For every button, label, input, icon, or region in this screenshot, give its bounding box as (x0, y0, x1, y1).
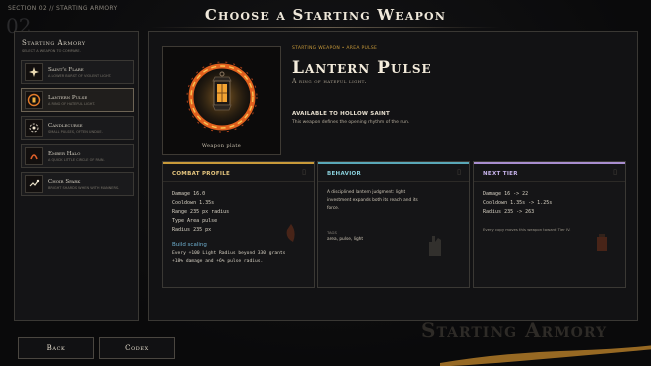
tier-footer: Every copy moves this weapon toward Tier… (483, 227, 571, 232)
availability-desc: This weapon defines the opening rhythm o… (292, 120, 410, 125)
armory-subtitle: SELECT A WEAPON TO COMPARE. (22, 49, 81, 53)
weapon-name: Candlecurse (48, 122, 83, 129)
weapon-detail-panel: Weapon plate STARTING WEAPON • AREA PULS… (148, 31, 638, 321)
stat-line: Type Area pulse (172, 218, 218, 224)
weapon-desc: BRIGHT SHARDS WHEN WITH MANNERS. (48, 185, 120, 190)
badge-icon: ▯ (613, 168, 617, 176)
stat-line: Range 235 px radius (172, 209, 230, 215)
behavior-card: BEHAVIOR ▯ A disciplined lantern judgmen… (317, 161, 470, 288)
stat-line: Radius 235 px (172, 227, 212, 233)
weapon-item-candlecurse[interactable]: Candlecurse SMALL PULSES, OFTEN UNDUE. (21, 116, 134, 140)
back-button[interactable]: Back (18, 337, 94, 359)
candle-icon (25, 119, 43, 137)
watermark-text: Starting Armory (421, 318, 608, 342)
behavior-line: force. (327, 206, 340, 211)
next-tier-card: NEXT TIER ▯ Damage 16 -> 22 Cooldown 1.3… (473, 161, 626, 288)
stat-line: Damage 16.0 (172, 191, 206, 197)
weapon-portrait: Weapon plate (162, 46, 281, 155)
divider (163, 181, 314, 182)
weapon-item-choir-spark[interactable]: Choir Spark BRIGHT SHARDS WHEN WITH MANN… (21, 172, 134, 196)
brush-stroke-decoration (440, 345, 651, 366)
weapon-name: Saint's Flare (48, 66, 84, 73)
weapon-name: Lantern Pulse (48, 94, 88, 101)
tags-value: area, pulse, light (327, 237, 364, 242)
hand-ghost-icon (429, 236, 441, 256)
card-title: NEXT TIER (483, 171, 518, 177)
card-title: COMBAT PROFILE (172, 171, 231, 177)
armory-title: Starting Armory (22, 39, 86, 47)
badge-icon: ▯ (302, 168, 306, 176)
behavior-line: investment expands both its reach and it… (327, 198, 418, 203)
tier-line: Radius 235 -> 263 (483, 209, 535, 215)
weapon-subtitle: A ring of hateful light. (292, 78, 367, 85)
divider (318, 181, 469, 182)
lantern-icon (25, 91, 43, 109)
weapon-tag: STARTING WEAPON • AREA PULSE (292, 46, 378, 51)
weapon-desc: SMALL PULSES, OFTEN UNDUE. (48, 129, 103, 134)
armory-panel: Starting Armory SELECT A WEAPON TO COMPA… (14, 31, 139, 321)
spark-icon (25, 175, 43, 193)
title-divider (150, 27, 501, 28)
codex-button[interactable]: Codex (99, 337, 175, 359)
tags-label: TAGS (327, 230, 337, 235)
ember-ghost-icon (286, 224, 295, 242)
weapon-item-saints-flare[interactable]: Saint's Flare A LOWER BURST OF VIOLENT L… (21, 60, 134, 84)
divider (474, 181, 625, 182)
badge-icon: ▯ (457, 168, 461, 176)
behavior-line: A disciplined lantern judgment: light (327, 190, 406, 195)
stat-line: Cooldown 1.35s (172, 200, 215, 206)
tier-line: Cooldown 1.35s -> 1.25s (483, 200, 553, 206)
weapon-name: Choir Spark (48, 178, 81, 185)
card-title: BEHAVIOR (327, 171, 362, 177)
weapon-title: Lantern Pulse (292, 58, 432, 78)
flare-icon (25, 63, 43, 81)
tier-line: Damage 16 -> 22 (483, 191, 529, 197)
scaling-line: Every +100 Light Radius beyond 330 grant… (172, 251, 286, 256)
scaling-title: Build scaling (172, 242, 207, 248)
portrait-caption: Weapon plate (201, 143, 242, 149)
availability-label: AVAILABLE TO HOLLOW SAINT (292, 111, 390, 117)
combat-profile-card: COMBAT PROFILE ▯ Damage 16.0 Cooldown 1.… (162, 161, 315, 288)
weapon-desc: A RING OF HATEFUL LIGHT. (48, 101, 96, 106)
scaling-line: +18% damage and +6% pulse radius. (172, 259, 264, 264)
card-accent (318, 162, 469, 164)
card-accent (163, 162, 314, 164)
page-title: Choose a Starting Weapon (204, 6, 447, 24)
weapon-name: Ember Halo (48, 150, 81, 157)
weapon-item-ember-halo[interactable]: Ember Halo A QUICK LITTLE CIRCLE OF PAIN… (21, 144, 134, 168)
lantern-ring-icon (184, 59, 260, 135)
weapon-item-lantern-pulse[interactable]: Lantern Pulse A RING OF HATEFUL LIGHT. (21, 88, 134, 112)
weapon-desc: A QUICK LITTLE CIRCLE OF PAIN. (48, 157, 105, 162)
halo-icon (25, 147, 43, 165)
lantern-ghost-icon (597, 234, 607, 251)
card-accent (474, 162, 625, 164)
weapon-desc: A LOWER BURST OF VIOLENT LIGHT. (48, 73, 112, 78)
